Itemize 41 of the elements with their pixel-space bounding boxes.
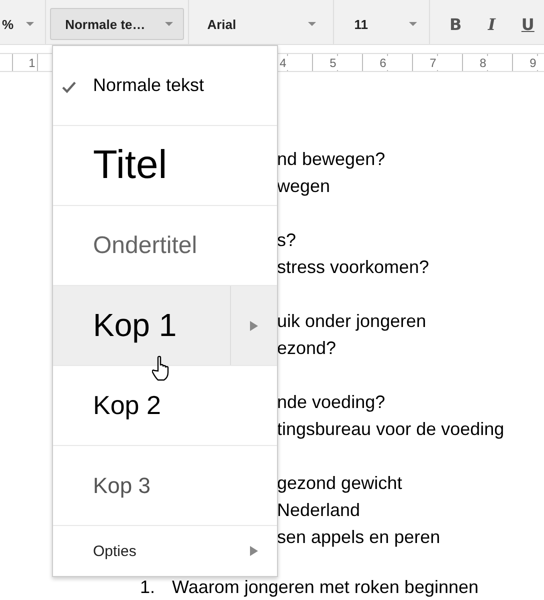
triangle-right-icon — [250, 320, 258, 330]
menu-item[interactable]: Kop 1 — [53, 286, 277, 366]
bold-button[interactable]: B — [440, 14, 472, 34]
menu-item-label: Ondertitel — [93, 232, 198, 260]
document-text-line: uik onder jongeren — [277, 310, 428, 333]
font-select[interactable]: Arial — [189, 8, 334, 40]
menu-item-label: Kop 3 — [93, 472, 150, 498]
font-size-select[interactable]: 11 — [334, 8, 429, 40]
menu-item-label: Kop 2 — [93, 390, 161, 421]
list-number: 1. — [140, 578, 156, 596]
menu-item[interactable]: Kop 3 — [53, 446, 277, 526]
menu-item-label: Kop 1 — [93, 307, 177, 344]
menu-item[interactable]: Opties — [53, 526, 277, 576]
document-text-line: nde voeding? — [277, 391, 386, 414]
ruler-number: 4 — [278, 56, 288, 70]
ruler-number: 1 — [27, 56, 37, 70]
document-text-line: tingsbureau voor de voeding — [277, 418, 506, 441]
document-text-line: stress voorkomen? — [277, 256, 430, 279]
triangle-right-icon — [250, 546, 258, 556]
ruler-number: 5 — [328, 56, 338, 70]
ruler-number: 9 — [528, 56, 538, 70]
ruler-number: 6 — [378, 56, 388, 70]
document-text-line: sen appels en peren — [277, 526, 442, 549]
menu-item[interactable]: Normale tekst — [53, 46, 277, 126]
document-text-line: nd bewegen? — [277, 148, 386, 171]
menu-item-label: Titel — [93, 143, 168, 188]
menu-item-label: Normale tekst — [93, 75, 204, 96]
zoom-select[interactable]: % — [0, 8, 46, 40]
italic-button[interactable]: I — [476, 14, 508, 34]
underline-button[interactable]: U — [512, 14, 544, 34]
ruler-number: 7 — [428, 56, 438, 70]
style-select[interactable]: Normale te… — [50, 8, 184, 40]
document-text-line: Nederland — [277, 499, 362, 522]
document-text-line: ezond? — [277, 337, 338, 360]
document-text-line: gezond gewicht — [277, 472, 404, 495]
document-text-line: wegen — [277, 175, 332, 198]
document-text-line: Waarom jongeren met roken beginnen — [172, 578, 479, 596]
ruler-number: 8 — [478, 56, 488, 70]
document-text-line: s? — [277, 229, 298, 252]
menu-item-label: Opties — [93, 542, 136, 560]
menu-item[interactable]: Titel — [53, 126, 277, 206]
